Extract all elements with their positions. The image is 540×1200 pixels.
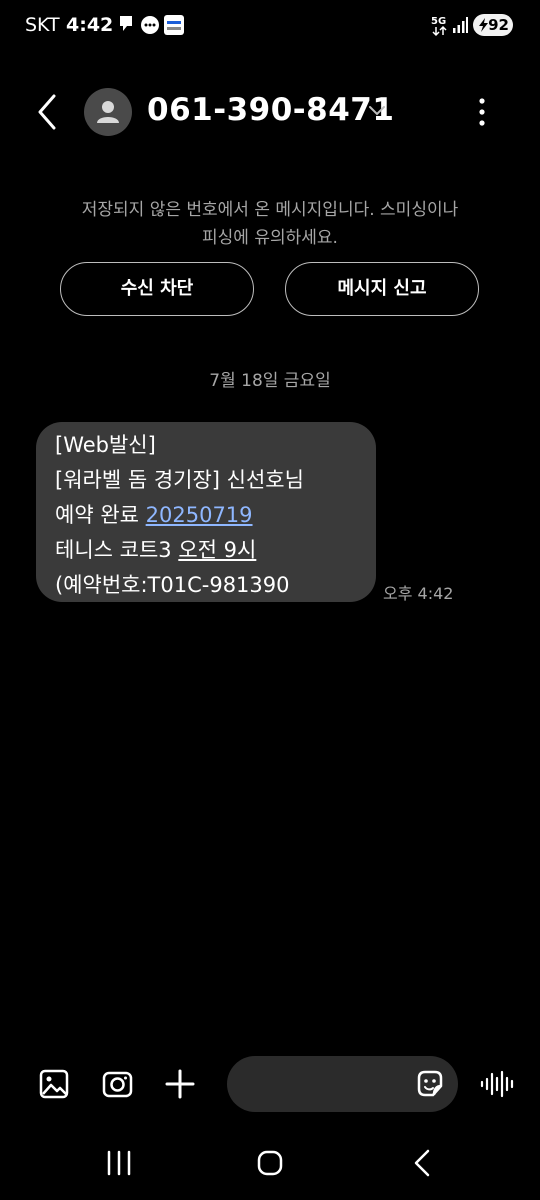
screen: SKT 4:42 5G 92 061-390-8471 저장되지 않은 번호에서… xyxy=(0,0,540,1200)
message-line-4-prefix: 테니스 코트3 xyxy=(55,538,179,562)
avatar-icon xyxy=(97,101,119,123)
status-bar: SKT 4:42 5G 92 xyxy=(0,0,540,50)
home-icon[interactable] xyxy=(252,1146,288,1180)
contact-number-title[interactable]: 061-390-8471 xyxy=(147,92,394,128)
message-line-4: 테니스 코트3 오전 9시 xyxy=(55,533,358,568)
more-options-button[interactable] xyxy=(470,94,494,130)
chat-bubble-icon xyxy=(140,15,160,39)
voice-wave-icon[interactable] xyxy=(480,1068,514,1100)
date-separator: 7월 18일 금요일 xyxy=(209,371,331,391)
emoji-sticker-icon[interactable] xyxy=(414,1068,446,1100)
message-line-3-prefix: 예약 완료 xyxy=(55,503,146,527)
message-line-2: [워라벨 돔 경기장] 신선호님 xyxy=(55,468,304,492)
app-notification-icon xyxy=(164,15,184,39)
message-line-1: [Web발신] xyxy=(55,433,156,457)
message-line-3: 예약 완료 20250719 xyxy=(55,498,358,533)
message-bubble[interactable]: [Web발신] [워라벨 돔 경기장] 신선호님 예약 완료 20250719 … xyxy=(36,422,376,602)
message-notification-icon xyxy=(118,14,134,38)
date-link[interactable]: 20250719 xyxy=(146,503,253,527)
chevron-down-icon[interactable] xyxy=(367,100,387,120)
recent-apps-icon[interactable] xyxy=(101,1146,137,1180)
5g-icon: 5G xyxy=(430,13,450,41)
gallery-icon[interactable] xyxy=(38,1066,70,1102)
camera-icon[interactable] xyxy=(101,1066,133,1102)
back-arrow-icon xyxy=(38,94,56,130)
carrier-label: SKT xyxy=(25,14,60,36)
signal-icon xyxy=(452,16,468,38)
message-line-5: (예약번호:T01C-981390 xyxy=(55,573,290,597)
unsaved-number-warning: 저장되지 않은 번호에서 온 메시지입니다. 스미싱이나 피싱에 유의하세요. xyxy=(40,196,500,252)
battery-icon: 92 xyxy=(473,14,513,36)
time-link[interactable]: 오전 9시 xyxy=(178,538,256,562)
warning-line-1: 저장되지 않은 번호에서 온 메시지입니다. 스미싱이나 xyxy=(81,200,459,220)
status-time: 4:42 xyxy=(66,14,114,36)
avatar[interactable] xyxy=(84,88,132,136)
back-icon[interactable] xyxy=(404,1146,440,1180)
warning-line-2: 피싱에 유의하세요. xyxy=(202,228,338,248)
report-message-button[interactable]: 메시지 신고 xyxy=(285,262,479,316)
message-timestamp: 오후 4:42 xyxy=(383,584,454,603)
more-vertical-icon xyxy=(479,98,485,126)
block-sender-button[interactable]: 수신 차단 xyxy=(60,262,254,316)
back-button[interactable] xyxy=(30,92,66,132)
svg-text:5G: 5G xyxy=(431,16,446,27)
plus-icon[interactable] xyxy=(164,1066,196,1102)
battery-level: 92 xyxy=(488,16,509,34)
